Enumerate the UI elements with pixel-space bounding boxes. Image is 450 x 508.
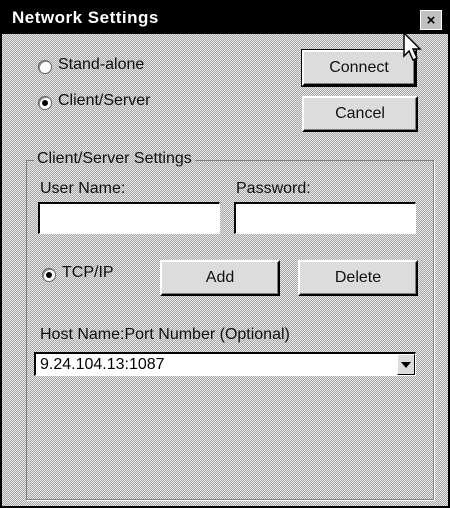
standalone-label[interactable]: Stand-alone (58, 56, 144, 74)
cancel-button[interactable]: Cancel (302, 96, 418, 132)
group-title: Client/Server Settings (34, 150, 195, 168)
client-server-label[interactable]: Client/Server (58, 92, 150, 110)
tcpip-radio[interactable] (42, 268, 56, 282)
dialog-title: Network Settings (12, 8, 159, 27)
tcpip-label[interactable]: TCP/IP (62, 264, 114, 282)
dropdown-button[interactable] (397, 354, 415, 375)
connect-label: Connect (329, 59, 389, 76)
host-port-combobox[interactable]: 9.24.104.13:1087 (34, 352, 416, 376)
connect-button[interactable]: Connect (301, 49, 417, 87)
mouse-pointer-icon (403, 32, 422, 62)
radio-selected-dot (42, 100, 48, 106)
host-port-label: Host Name:Port Number (Optional) (40, 326, 290, 343)
title-bar[interactable]: Network Settings × (2, 2, 448, 34)
network-settings-dialog: Network Settings × Stand-alone Client/Se… (0, 0, 450, 508)
radio-selected-dot (46, 272, 52, 278)
close-button[interactable]: × (420, 10, 442, 30)
delete-label: Delete (334, 269, 382, 286)
add-label: Add (205, 269, 235, 286)
chevron-down-icon (401, 361, 411, 368)
user-name-label: User Name: (40, 180, 126, 197)
add-button[interactable]: Add (160, 260, 280, 296)
dialog-client-area: Stand-alone Client/Server Connect Cancel… (2, 34, 448, 506)
password-field[interactable] (234, 202, 416, 234)
delete-button[interactable]: Delete (298, 260, 418, 296)
cancel-label: Cancel (335, 105, 385, 122)
password-label: Password: (236, 180, 311, 197)
standalone-radio[interactable] (38, 60, 52, 74)
user-name-field[interactable] (38, 202, 220, 234)
close-icon: × (426, 11, 436, 29)
host-port-value: 9.24.104.13:1087 (40, 356, 165, 373)
client-server-radio[interactable] (38, 96, 52, 110)
